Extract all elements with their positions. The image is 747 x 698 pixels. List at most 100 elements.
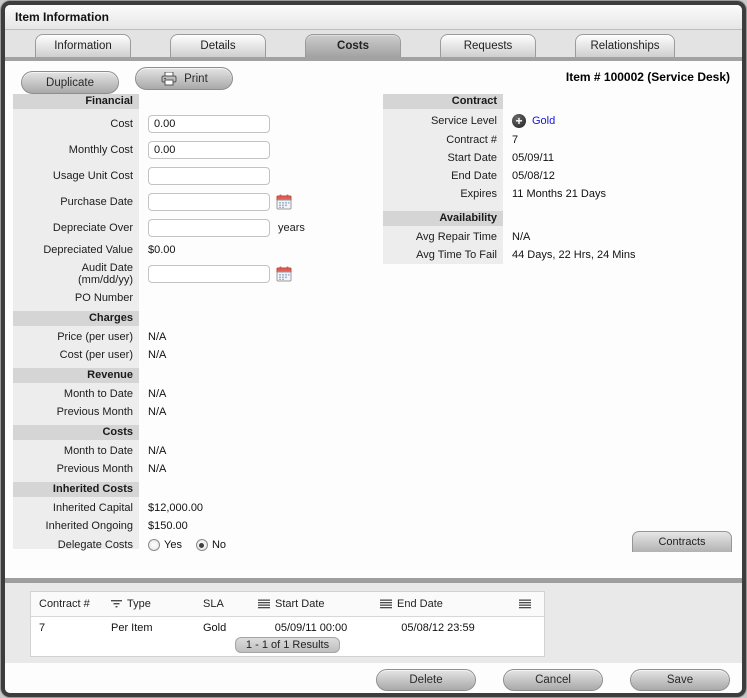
header-type[interactable]: Type [103,598,195,610]
contracts-subtab-row: Contracts [632,531,732,552]
price-per-user-label: Price (per user) [57,331,133,343]
contract-start-date-label: Start Date [447,152,497,164]
cell-end-date: 05/08/12 23:59 [401,621,475,634]
monthly-cost-input[interactable] [148,141,270,159]
audit-date-label-line1: Audit Date [81,262,133,274]
depreciated-value-label: Depreciated Value [43,244,133,256]
audit-date-label-line2: (mm/dd/yy) [78,274,133,286]
avg-time-to-fail-label: Avg Time To Fail [416,249,497,261]
tab-details[interactable]: Details [170,34,266,57]
po-number-row: PO Number [13,289,375,307]
contract-expires-label: Expires [460,188,497,200]
avg-repair-time-value: N/A [512,231,531,243]
toolbar: Duplicate Print Item # 100002 (Service D… [5,61,742,94]
section-header-revenue: Revenue [13,368,139,383]
usage-unit-cost-row: Usage Unit Cost [13,163,375,189]
depreciated-value-row: Depreciated Value $0.00 [13,241,375,259]
costs-prev-row: Previous Month N/A [13,460,375,478]
inherited-ongoing-row: Inherited Ongoing $150.00 [13,517,375,535]
tab-costs[interactable]: Costs [305,34,401,57]
tab-information[interactable]: Information [35,34,131,57]
inherited-ongoing-value: $150.00 [148,520,188,532]
header-start-date[interactable]: Start Date [250,598,372,610]
contract-end-date-row: End Date 05/08/12 [383,167,738,185]
revenue-prev-label: Previous Month [56,406,133,418]
radio-circle-icon [148,539,160,551]
depreciate-over-suffix: years [278,222,305,234]
contract-end-date-label: End Date [451,170,497,182]
costs-mtd-label: Month to Date [63,445,133,457]
cost-per-user-label: Cost (per user) [59,349,133,361]
costs-prev-label: Previous Month [56,463,133,475]
cancel-button[interactable]: Cancel [503,668,603,691]
header-column-options[interactable] [504,599,544,609]
item-information-window: Item Information Information Details Cos… [1,1,746,697]
tab-contracts[interactable]: Contracts [632,531,732,552]
contract-number-label: Contract # [446,134,497,146]
revenue-mtd-row: Month to Date N/A [13,385,375,403]
delegate-costs-no-radio[interactable]: No [195,539,226,551]
header-sla[interactable]: SLA [195,598,250,610]
financial-column: Financial Cost Monthly Cost Usage Unit C… [13,94,375,551]
avg-time-to-fail-row: Avg Time To Fail 44 Days, 22 Hrs, 24 Min… [383,246,738,264]
revenue-prev-value: N/A [148,406,167,418]
delegate-costs-yes-radio[interactable]: Yes [148,539,182,551]
contract-column: Contract Service Level + Gold Contract #… [383,94,738,264]
contract-expires-value: 11 Months 21 Days [512,188,606,200]
duplicate-button[interactable]: Duplicate [21,71,119,94]
plus-circle-icon[interactable]: + [512,114,526,128]
header-contract-number[interactable]: Contract # [31,598,103,610]
tab-requests[interactable]: Requests [440,34,536,57]
monthly-cost-label: Monthly Cost [68,144,133,156]
radio-circle-checked-icon [195,539,208,551]
usage-unit-cost-input[interactable] [148,167,270,185]
audit-date-label: Audit Date (mm/dd/yy) [13,262,139,286]
avg-repair-time-row: Avg Repair Time N/A [383,228,738,246]
filter-icon[interactable] [111,599,122,609]
contract-number-value: 7 [512,134,519,146]
cell-sla: Gold [203,621,227,634]
save-button[interactable]: Save [630,668,730,691]
contracts-table: Contract # Type SLA Start Date End Date … [30,591,545,657]
revenue-mtd-value: N/A [148,388,167,400]
menu-icon[interactable] [380,599,392,609]
cell-start-date: 05/09/11 00:00 [274,621,348,634]
cell-type: Per Item [111,621,153,634]
service-level-label: Service Level [430,115,497,127]
print-button[interactable]: Print [135,67,234,90]
po-number-label: PO Number [74,292,133,304]
footer-button-bar: Delete Cancel Save [5,663,742,693]
contract-end-date-value: 05/08/12 [512,170,555,182]
depreciate-over-input[interactable] [148,219,270,237]
section-header-inherited-costs: Inherited Costs [13,482,139,497]
delete-button[interactable]: Delete [376,668,476,691]
form-area: Financial Cost Monthly Cost Usage Unit C… [5,94,742,552]
menu-icon[interactable] [519,599,531,609]
usage-unit-cost-label: Usage Unit Cost [52,170,133,182]
inherited-capital-row: Inherited Capital $12,000.00 [13,499,375,517]
table-row[interactable]: 7 Per Item Gold 05/09/11 00:00 05/08/12 … [31,617,544,638]
purchase-date-calendar-icon[interactable] [276,194,292,210]
purchase-date-label: Purchase Date [60,196,133,208]
inherited-capital-label: Inherited Capital [52,502,133,514]
service-level-link[interactable]: Gold [532,115,555,127]
section-header-financial: Financial [13,94,139,109]
depreciate-over-label: Depreciate Over [52,222,133,234]
window-title: Item Information [5,5,742,30]
audit-date-input[interactable] [148,265,270,283]
cost-input[interactable] [148,115,270,133]
pagination-row: 1 - 1 of 1 Results [31,637,544,653]
audit-date-calendar-icon[interactable] [276,266,292,282]
cost-label: Cost [110,118,133,130]
tab-relationships[interactable]: Relationships [575,34,675,57]
section-header-contract: Contract [383,94,503,109]
costs-prev-value: N/A [148,463,167,475]
menu-icon[interactable] [258,599,270,609]
pagination-results-button[interactable]: 1 - 1 of 1 Results [234,637,341,653]
header-start-date-label: Start Date [275,598,325,610]
revenue-mtd-label: Month to Date [63,388,133,400]
cell-contract-number: 7 [39,621,46,634]
price-per-user-row: Price (per user) N/A [13,328,375,346]
header-end-date[interactable]: End Date [372,598,504,610]
purchase-date-input[interactable] [148,193,270,211]
